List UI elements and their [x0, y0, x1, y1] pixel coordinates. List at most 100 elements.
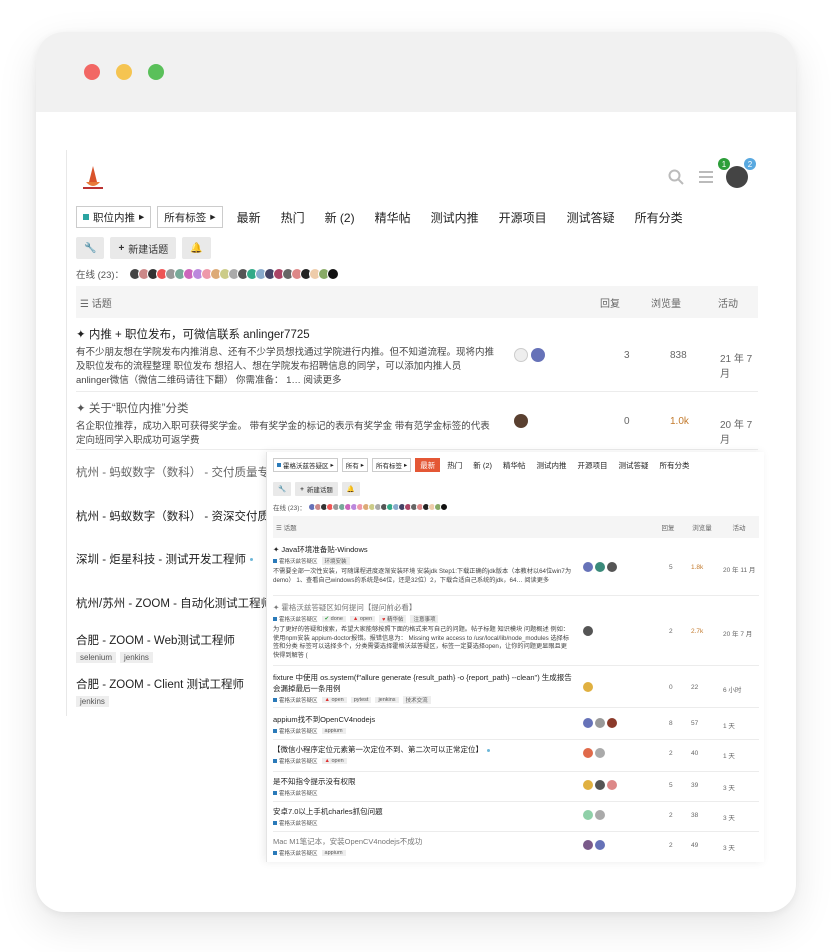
- poster-avatar[interactable]: [514, 414, 528, 428]
- poster-avatar[interactable]: [595, 748, 605, 758]
- poster-avatar[interactable]: [595, 562, 605, 572]
- tab-all-categories[interactable]: 所有分类: [660, 460, 690, 471]
- tab-test-referral[interactable]: 测试内推: [537, 460, 567, 471]
- menu-icon[interactable]: [696, 167, 716, 187]
- topic-title[interactable]: 关于“职位内推”分类: [89, 403, 189, 415]
- topic-tag[interactable]: jenkins: [76, 696, 109, 707]
- tab-latest[interactable]: 最新: [237, 209, 261, 226]
- topic-activity[interactable]: 20 年 11 月: [723, 564, 755, 574]
- topic-tag[interactable]: ♥ 精华帖: [379, 615, 407, 623]
- new-topic-button[interactable]: + 新建话题: [110, 237, 177, 259]
- site-logo[interactable]: [80, 164, 106, 192]
- poster-avatar[interactable]: [607, 718, 617, 728]
- poster-avatar[interactable]: [595, 718, 605, 728]
- category-dropdown[interactable]: 职位内推 ▸: [76, 206, 152, 228]
- tab-all-categories[interactable]: 所有分类: [635, 209, 683, 226]
- topic-title[interactable]: 安卓7.0以上手机charles抓包问题: [273, 806, 759, 817]
- list-item[interactable]: 杭州/苏州 - ZOOM - 自动化测试工程师: [76, 595, 272, 611]
- topic-tag[interactable]: selenium: [76, 652, 117, 663]
- tab-new[interactable]: 新 (2): [473, 460, 492, 471]
- poster-avatar[interactable]: [583, 810, 593, 820]
- topic-column-header[interactable]: ☰ 话题: [276, 522, 651, 532]
- topic-category[interactable]: 霍格沃兹答疑区: [273, 696, 318, 704]
- topic-row[interactable]: fixture 中使用 os.system(f"allure generate …: [273, 672, 759, 708]
- list-item[interactable]: 合肥 - ZOOM - Web测试工程师 selenium jenkins: [76, 632, 235, 663]
- list-item[interactable]: 合肥 - ZOOM - Client 测试工程师 jenkins: [76, 676, 244, 707]
- online-avatar[interactable]: [327, 268, 340, 280]
- topic-category[interactable]: 霍格沃兹答疑区: [273, 757, 318, 765]
- topic-tag[interactable]: 注意事项: [410, 615, 439, 623]
- replies-column-header[interactable]: 回复: [651, 522, 685, 532]
- poster-avatar[interactable]: [583, 748, 593, 758]
- tab-test-referral[interactable]: 测试内推: [431, 209, 479, 226]
- topic-title[interactable]: appium找不到OpenCV4nodejs: [273, 714, 759, 725]
- views-column-header[interactable]: 浏览量: [685, 522, 719, 532]
- list-item[interactable]: 杭州 - 蚂蚁数字（数科） - 交付质量专家: [76, 464, 280, 480]
- topic-title[interactable]: 【微信小程序定位元素第一次定位不到、第二次可以正常定位】: [273, 745, 483, 754]
- topic-category[interactable]: 霍格沃兹答疑区: [273, 789, 318, 797]
- topic-title[interactable]: 霍格沃兹答疑区如何提问【提问前必看】: [281, 603, 416, 612]
- poster-avatar[interactable]: [583, 682, 593, 692]
- replies-column-header[interactable]: 回复: [586, 295, 634, 310]
- poster-avatar[interactable]: [531, 348, 545, 362]
- topic-title[interactable]: 杭州 - 蚂蚁数字（数科） - 资深交付质量: [76, 511, 280, 523]
- topic-title[interactable]: 合肥 - ZOOM - Client 测试工程师: [76, 676, 244, 692]
- topic-row[interactable]: ✦ Java环境准备贴-Windows 霍格沃兹答疑区 环境安装 不需要全部一次…: [273, 544, 759, 596]
- topic-activity[interactable]: 20 年 7 月: [720, 416, 758, 446]
- online-avatar[interactable]: [439, 503, 448, 511]
- topic-category[interactable]: 霍格沃兹答疑区: [273, 849, 318, 857]
- topic-row[interactable]: Mac M1笔记本，安装OpenCV4nodejs不成功 霍格沃兹答疑区 app…: [273, 836, 759, 862]
- topic-row[interactable]: ✦ 内推 + 职位发布，可微信联系 anlinger7725 有不少朋友想在学院…: [76, 326, 758, 392]
- wrench-button[interactable]: 🔧: [273, 482, 292, 496]
- tab-test-qa[interactable]: 测试答疑: [567, 209, 615, 226]
- activity-column-header[interactable]: 活动: [698, 295, 758, 310]
- list-item[interactable]: 深圳 - 炬星科技 - 测试开发工程师: [76, 551, 253, 567]
- poster-avatar[interactable]: [514, 348, 528, 362]
- views-column-header[interactable]: 浏览量: [634, 295, 698, 310]
- poster-avatar[interactable]: [583, 626, 593, 636]
- notification-bell-button[interactable]: 🔔: [182, 237, 211, 259]
- topic-tag[interactable]: ▲ open: [321, 758, 347, 764]
- list-item[interactable]: 杭州 - 蚂蚁数字（数科） - 资深交付质量: [76, 508, 280, 524]
- topic-category[interactable]: 霍格沃兹答疑区: [273, 819, 318, 827]
- topic-activity[interactable]: 1 天: [723, 720, 735, 730]
- poster-avatar[interactable]: [583, 562, 593, 572]
- topic-column-header[interactable]: ☰ 话题: [80, 295, 586, 310]
- topic-tag[interactable]: jenkins: [375, 697, 399, 703]
- topic-activity[interactable]: 1 天: [723, 750, 735, 760]
- notification-bell-button[interactable]: 🔔: [341, 482, 360, 496]
- topic-title[interactable]: 是不知指令提示没有权限: [273, 776, 759, 787]
- topic-title[interactable]: Java环境准备贴-Windows: [281, 545, 367, 554]
- topic-row[interactable]: 【微信小程序定位元素第一次定位不到、第二次可以正常定位】 霍格沃兹答疑区 ▲ o…: [273, 744, 759, 772]
- tab-new[interactable]: 新 (2): [325, 209, 355, 226]
- tag-dropdown[interactable]: 所有标签 ▸: [157, 206, 223, 228]
- topic-row[interactable]: ✦ 霍格沃兹答疑区如何提问【提问前必看】 霍格沃兹答疑区 ✔ done ▲ op…: [273, 602, 759, 666]
- topic-title[interactable]: 杭州/苏州 - ZOOM - 自动化测试工程师: [76, 598, 272, 610]
- activity-column-header[interactable]: 活动: [719, 522, 759, 532]
- topic-tag[interactable]: ▲ open: [321, 697, 347, 703]
- tag-dropdown[interactable]: 所有标签 ▸: [372, 458, 412, 472]
- topic-activity[interactable]: 3 天: [723, 842, 735, 852]
- tab-open-source[interactable]: 开源项目: [499, 209, 547, 226]
- wrench-button[interactable]: 🔧: [76, 237, 105, 259]
- topic-title[interactable]: 深圳 - 炬星科技 - 测试开发工程师: [76, 554, 246, 566]
- topic-category[interactable]: 霍格沃兹答疑区: [273, 615, 318, 623]
- topic-row[interactable]: appium找不到OpenCV4nodejs 霍格沃兹答疑区 appium 8 …: [273, 714, 759, 740]
- poster-avatar[interactable]: [595, 840, 605, 850]
- topic-title[interactable]: fixture 中使用 os.system(f"allure generate …: [273, 672, 573, 694]
- topic-activity[interactable]: 21 年 7 月: [720, 350, 758, 380]
- topic-tag[interactable]: appium: [321, 850, 346, 856]
- poster-avatar[interactable]: [583, 718, 593, 728]
- topic-activity[interactable]: 3 天: [723, 812, 735, 822]
- topic-activity[interactable]: 20 年 7 月: [723, 628, 752, 638]
- topic-tag[interactable]: 环境安装: [321, 557, 350, 565]
- topic-tag[interactable]: appium: [321, 728, 346, 734]
- topic-row[interactable]: ✦ 关于“职位内推”分类 名企职位推荐，成功入职可获得奖学金。 带有奖学金的标记…: [76, 400, 758, 450]
- tab-featured[interactable]: 精华帖: [503, 460, 526, 471]
- topic-title[interactable]: Mac M1笔记本，安装OpenCV4nodejs不成功: [273, 836, 759, 847]
- poster-avatar[interactable]: [583, 780, 593, 790]
- topic-row[interactable]: 安卓7.0以上手机charles抓包问题 霍格沃兹答疑区 2 38 3 天: [273, 806, 759, 832]
- category-dropdown[interactable]: 霍格沃兹答疑区 ▸: [273, 458, 338, 472]
- topic-tag[interactable]: jenkins: [120, 652, 153, 663]
- user-avatar[interactable]: 1 2: [718, 158, 756, 188]
